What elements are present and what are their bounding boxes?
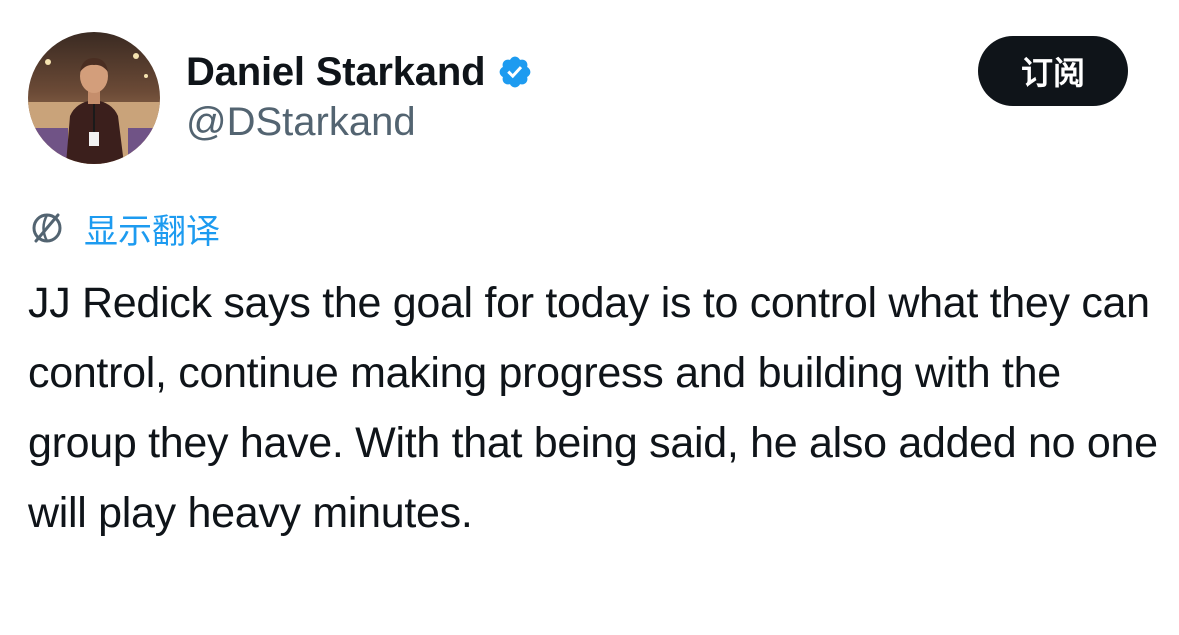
subscribe-button[interactable]: 订阅: [978, 36, 1128, 106]
author-handle[interactable]: @DStarkand: [186, 100, 416, 145]
author-name-row[interactable]: Daniel Starkand: [186, 46, 533, 98]
translate-globe-icon: [28, 209, 66, 247]
avatar-photo: [28, 32, 160, 164]
show-translation-link[interactable]: 显示翻译: [28, 204, 220, 252]
avatar[interactable]: [28, 32, 160, 164]
author-display-name[interactable]: Daniel Starkand: [186, 50, 486, 95]
show-translation-label[interactable]: 显示翻译: [84, 204, 220, 253]
tweet-text: JJ Redick says the goal for today is to …: [28, 279, 1158, 537]
verified-badge-icon: [497, 54, 533, 90]
